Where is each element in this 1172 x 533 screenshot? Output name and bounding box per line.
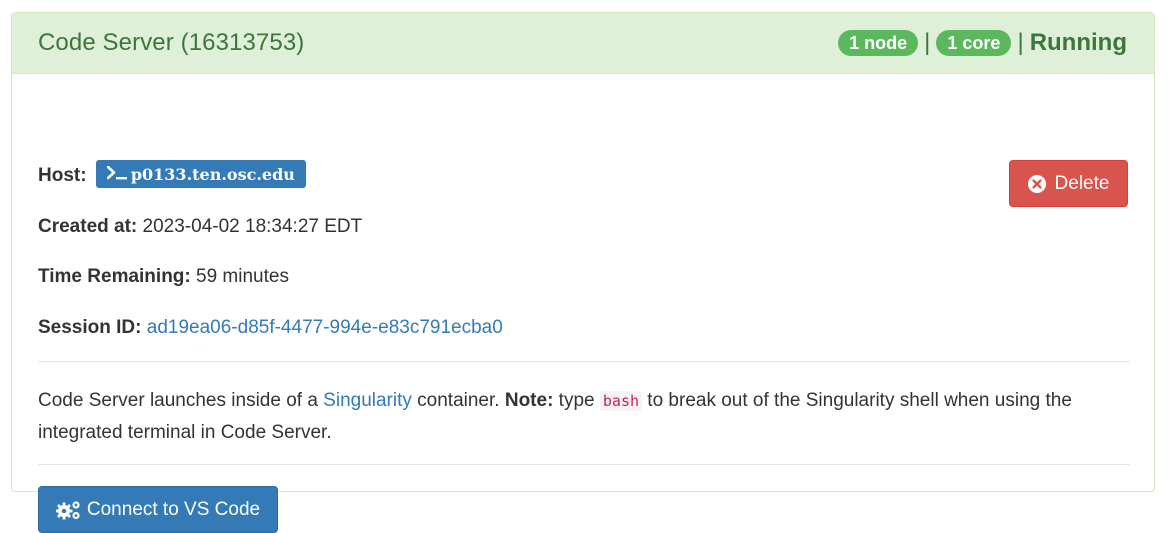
time-remaining-label: Time Remaining: xyxy=(38,266,191,287)
node-count-badge: 1 node xyxy=(838,30,919,56)
session-id-link[interactable]: ad19ea06-d85f-4477-994e-e83c791ecba0 xyxy=(147,317,503,338)
core-count-badge: 1 core xyxy=(936,30,1012,56)
status-text: Running xyxy=(1029,29,1127,56)
connect-vscode-button[interactable]: Connect to VS Code xyxy=(38,486,278,533)
session-status-group: 1 node | 1 core | Running xyxy=(838,29,1127,57)
singularity-link[interactable]: Singularity xyxy=(323,390,412,411)
description-text: Code Server launches inside of a xyxy=(38,390,324,411)
session-card: Code Server (16313753) 1 node | 1 core |… xyxy=(11,12,1155,533)
cogs-icon xyxy=(55,500,82,520)
divider xyxy=(38,361,1130,362)
delete-label: Delete xyxy=(1054,172,1110,194)
session-description: Code Server launches inside of a Singula… xyxy=(38,385,1128,448)
time-remaining-row: Time Remaining: 59 minutes xyxy=(38,266,289,288)
description-text: container. xyxy=(411,390,505,411)
time-remaining-value: 59 minutes xyxy=(196,266,289,287)
host-name: p0133.ten.osc.edu xyxy=(130,164,295,184)
separator: | xyxy=(924,29,931,56)
created-label: Created at: xyxy=(38,216,138,237)
host-shell-button[interactable]: p0133.ten.osc.edu xyxy=(95,160,306,188)
description-text: type xyxy=(553,390,600,411)
note-label: Note: xyxy=(504,390,554,411)
separator: | xyxy=(1017,29,1024,56)
connect-label: Connect to VS Code xyxy=(86,498,261,520)
bash-code: bash xyxy=(599,391,643,411)
host-row: Host: p0133.ten.osc.edu xyxy=(38,160,306,190)
session-header: Code Server (16313753) 1 node | 1 core |… xyxy=(12,13,1154,74)
delete-button[interactable]: Delete xyxy=(1009,160,1128,207)
terminal-icon xyxy=(106,165,129,184)
host-label: Host: xyxy=(38,165,87,187)
divider xyxy=(38,464,1130,465)
times-circle-icon xyxy=(1027,174,1046,193)
session-title: Code Server (16313753) xyxy=(38,29,305,56)
created-row: Created at: 2023-04-02 18:34:27 EDT xyxy=(38,216,362,238)
created-value: 2023-04-02 18:34:27 EDT xyxy=(142,216,363,237)
session-id-label: Session ID: xyxy=(38,317,142,338)
session-id-row: Session ID: ad19ea06-d85f-4477-994e-e83c… xyxy=(38,317,503,339)
